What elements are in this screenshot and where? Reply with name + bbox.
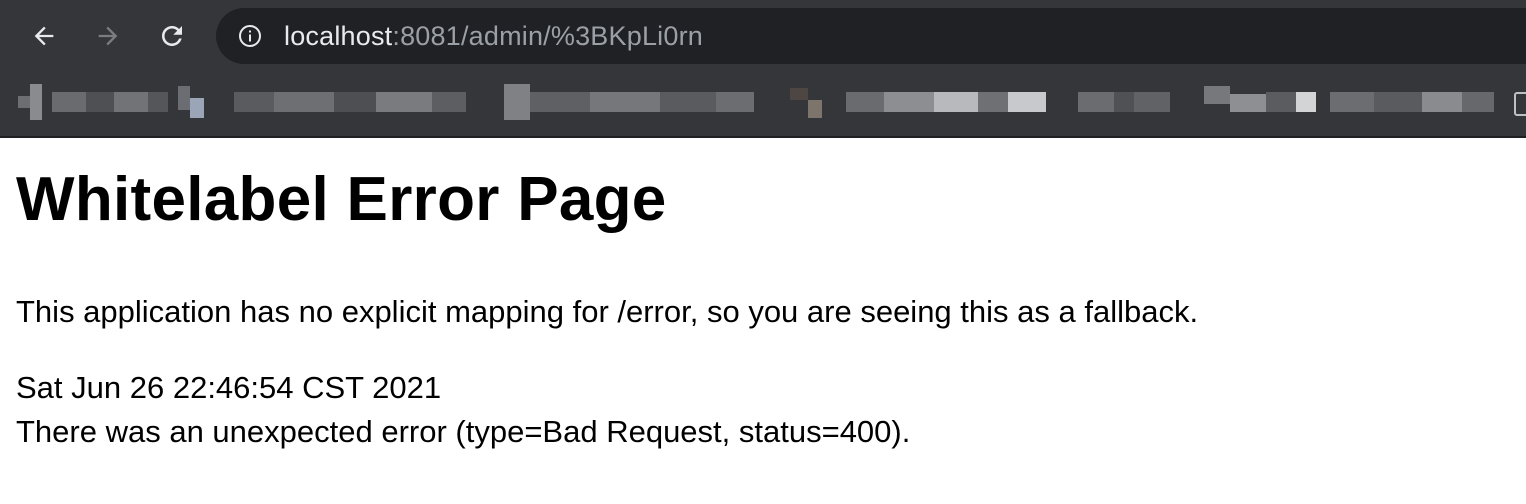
reload-button[interactable]: [152, 16, 192, 56]
bookmark-favicon: [790, 84, 822, 120]
bookmark-label-redacted: [486, 82, 756, 122]
bookmark-favicon: [178, 84, 204, 120]
bookmark-item[interactable]: [1330, 82, 1498, 130]
bookmark-label-redacted: [234, 92, 466, 112]
arrow-right-icon: [98, 26, 118, 46]
bookmark-label-redacted: [1330, 92, 1494, 112]
bookmark-label-redacted: [1204, 86, 1316, 112]
bookmark-item[interactable]: [790, 82, 1052, 130]
bookmark-item[interactable]: [1204, 82, 1316, 130]
error-message: There was an unexpected error (type=Bad …: [16, 414, 911, 449]
bookmark-label-redacted: [846, 92, 1046, 112]
bookmarks-bar: [0, 72, 1526, 136]
address-bar[interactable]: localhost:8081/admin/%3BKpLi0rn: [216, 8, 1526, 64]
bookmark-item[interactable]: [18, 82, 168, 130]
bookmark-label-redacted: [52, 92, 168, 112]
arrow-left-icon: [34, 26, 54, 46]
toolbar-divider: [0, 136, 1526, 138]
url-text[interactable]: localhost:8081/admin/%3BKpLi0rn: [284, 20, 703, 52]
browser-chrome: localhost:8081/admin/%3BKpLi0rn: [0, 0, 1526, 138]
url-host: localhost: [284, 21, 393, 51]
page-title: Whitelabel Error Page: [16, 165, 667, 234]
folder-icon[interactable]: [1514, 92, 1526, 116]
reload-icon: [162, 26, 182, 46]
error-explanation: This application has no explicit mapping…: [16, 294, 1199, 329]
error-details: Sat Jun 26 22:46:54 CST 2021 There was a…: [16, 366, 1506, 454]
bookmark-item[interactable]: [178, 82, 468, 130]
page-content: Whitelabel Error Page This application h…: [16, 160, 1506, 454]
error-timestamp: Sat Jun 26 22:46:54 CST 2021: [16, 370, 442, 405]
forward-button[interactable]: [88, 16, 128, 56]
bookmark-item[interactable]: [1078, 82, 1174, 130]
info-icon[interactable]: [238, 24, 262, 48]
back-button[interactable]: [24, 16, 64, 56]
browser-toolbar: localhost:8081/admin/%3BKpLi0rn: [0, 0, 1526, 72]
bookmark-item[interactable]: [486, 82, 758, 130]
url-path: :8081/admin/%3BKpLi0rn: [392, 21, 703, 51]
bookmark-favicon: [18, 84, 42, 120]
bookmark-label-redacted: [1078, 92, 1170, 112]
